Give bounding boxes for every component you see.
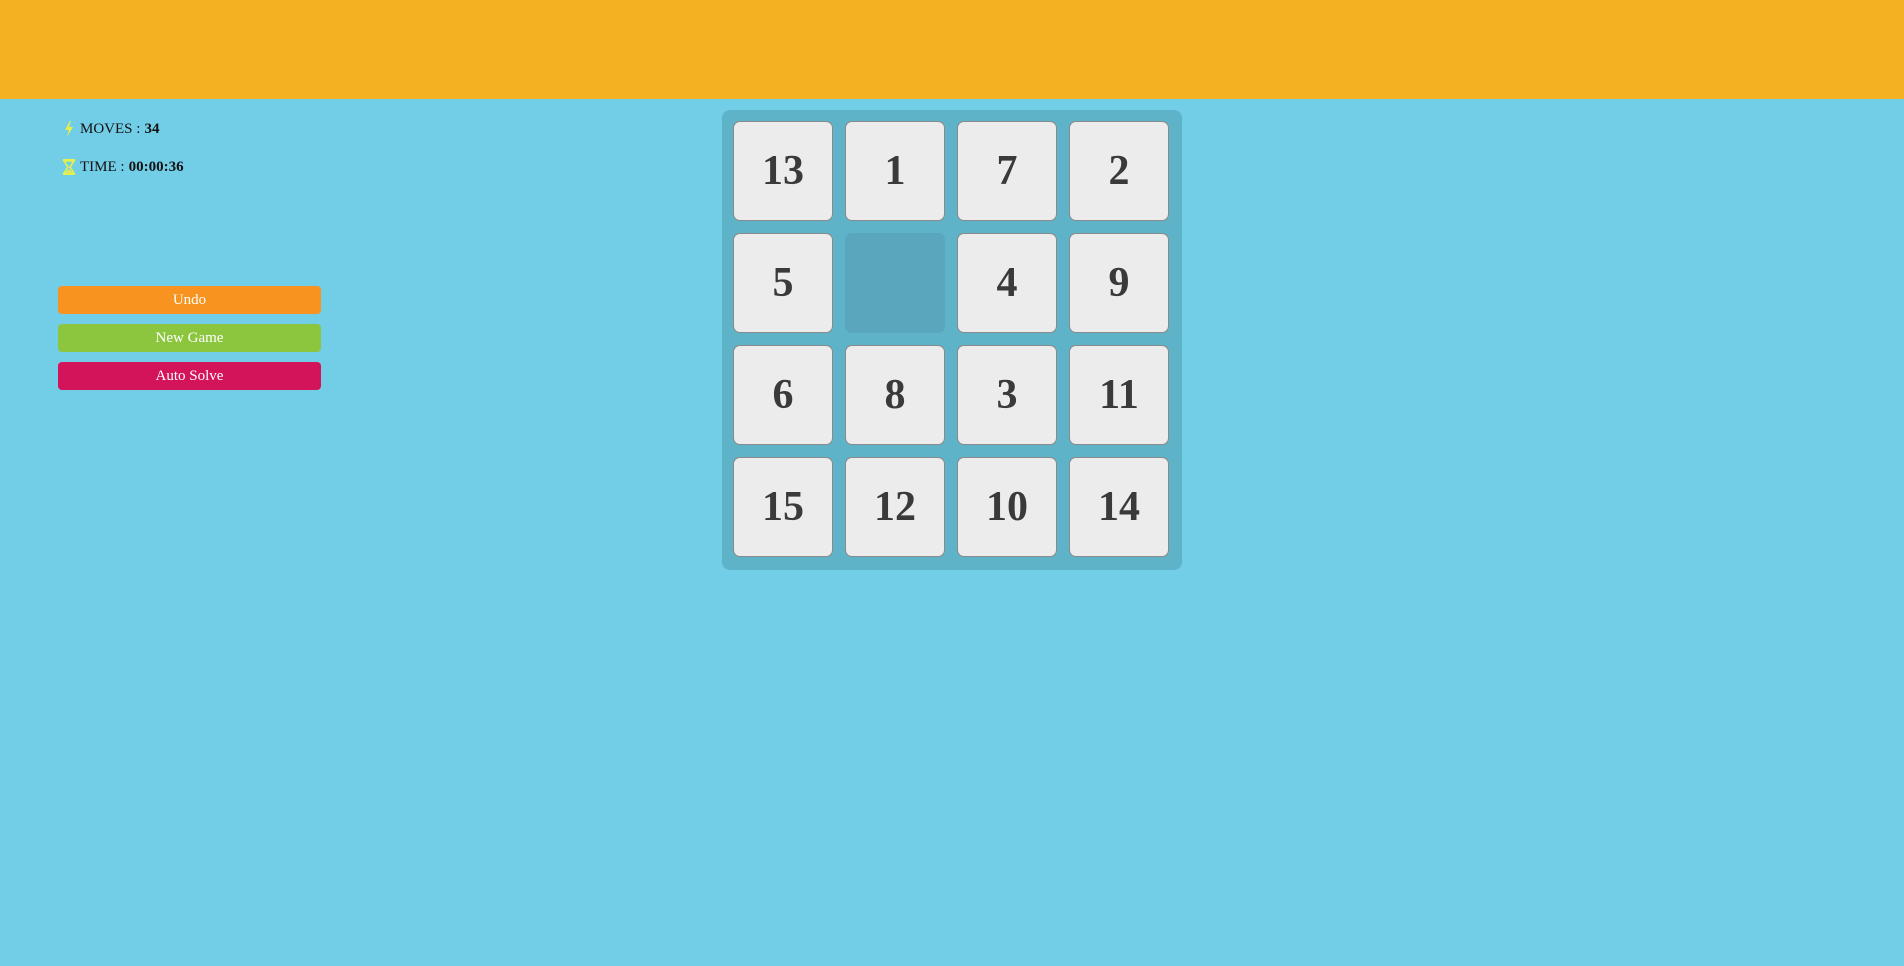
puzzle-tile[interactable]: 15 [733,457,833,557]
puzzle-tile[interactable]: 11 [1069,345,1169,445]
puzzle-board: 13 1 7 2 5 4 9 6 8 3 11 15 12 10 14 [722,110,1182,570]
puzzle-tile[interactable]: 3 [957,345,1057,445]
puzzle-tile[interactable]: 6 [733,345,833,445]
puzzle-tile[interactable]: 4 [957,233,1057,333]
puzzle-tile[interactable]: 8 [845,345,945,445]
undo-button[interactable]: Undo [58,286,321,314]
lightning-icon [62,121,76,137]
puzzle-tile[interactable]: 14 [1069,457,1169,557]
time-label: TIME : [80,158,125,175]
puzzle-tile[interactable]: 5 [733,233,833,333]
puzzle-tile[interactable]: 1 [845,121,945,221]
moves-label: MOVES : [80,120,141,137]
controls: Undo New Game Auto Solve [58,286,321,400]
hourglass-icon [62,159,76,175]
puzzle-tile[interactable]: 7 [957,121,1057,221]
puzzle-tile[interactable]: 9 [1069,233,1169,333]
puzzle-tile[interactable]: 10 [957,457,1057,557]
time-value: 00:00:36 [128,158,184,175]
time-counter: TIME : 00:00:36 [62,156,184,178]
puzzle-tile[interactable]: 12 [845,457,945,557]
auto-solve-button[interactable]: Auto Solve [58,362,321,390]
moves-value: 34 [144,120,160,137]
empty-slot [845,233,945,333]
moves-counter: MOVES : 34 [62,118,184,140]
puzzle-tile[interactable]: 2 [1069,121,1169,221]
puzzle-tile[interactable]: 13 [733,121,833,221]
new-game-button[interactable]: New Game [58,324,321,352]
stats-panel: MOVES : 34 TIME : 00:00:36 [62,118,184,194]
top-banner [0,0,1904,99]
